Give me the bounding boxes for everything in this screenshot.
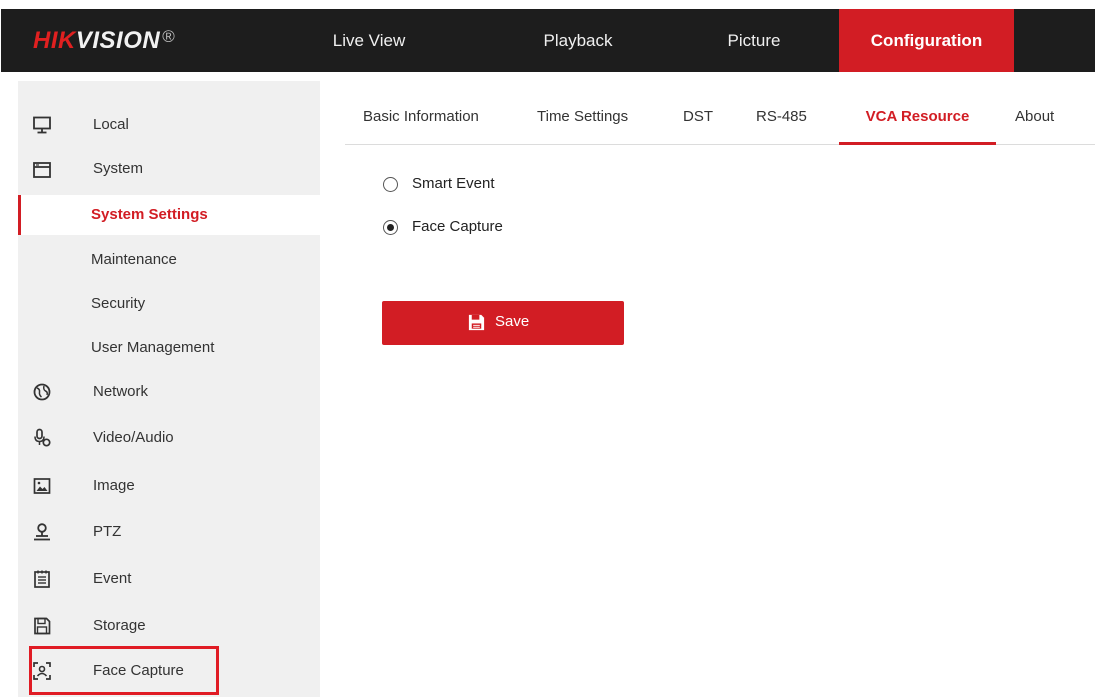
monitor-icon bbox=[33, 116, 51, 134]
hikvision-logo: HIKVISION ® bbox=[33, 27, 176, 54]
sidebar-item-system-settings[interactable]: System Settings bbox=[18, 195, 320, 235]
radio-face-capture[interactable]: Face Capture bbox=[383, 217, 583, 239]
sidebar-item-local[interactable]: Local bbox=[18, 105, 320, 145]
radio-label: Smart Event bbox=[412, 175, 495, 192]
floppy-disk-icon bbox=[34, 617, 51, 635]
tab-dst[interactable]: DST bbox=[683, 96, 723, 144]
sidebar-item-label: PTZ bbox=[93, 523, 122, 540]
sidebar-item-label: Local bbox=[93, 116, 129, 133]
sidebar-item-image[interactable]: Image bbox=[18, 466, 320, 506]
sidebar-item-video-audio[interactable]: Video/Audio bbox=[18, 418, 320, 458]
globe-icon bbox=[33, 383, 51, 401]
sidebar-item-user-management[interactable]: User Management bbox=[18, 328, 320, 368]
calendar-list-icon bbox=[34, 570, 50, 588]
sidebar-item-label: System Settings bbox=[91, 206, 208, 223]
highlight-annotation-box bbox=[29, 646, 219, 695]
sidebar-item-network[interactable]: Network bbox=[18, 372, 320, 412]
sidebar-item-label: Event bbox=[93, 570, 132, 587]
sidebar-item-security[interactable]: Security bbox=[18, 284, 320, 324]
save-icon bbox=[468, 314, 485, 331]
image-icon bbox=[33, 478, 51, 494]
sidebar-item-maintenance[interactable]: Maintenance bbox=[18, 240, 320, 280]
nav-playback[interactable]: Playback bbox=[508, 9, 648, 72]
sidebar-item-system[interactable]: System bbox=[18, 150, 320, 190]
sidebar-item-label: System bbox=[93, 160, 144, 177]
radio-button-selected[interactable] bbox=[383, 220, 398, 235]
nav-configuration[interactable]: Configuration bbox=[839, 9, 1014, 72]
sidebar-item-label: Image bbox=[93, 477, 135, 494]
tab-basic-information[interactable]: Basic Information bbox=[363, 96, 503, 144]
ptz-camera-icon bbox=[34, 523, 50, 541]
nav-picture[interactable]: Picture bbox=[689, 9, 819, 72]
system-window-icon bbox=[33, 162, 51, 178]
sidebar-item-label: Video/Audio bbox=[93, 429, 174, 446]
radio-smart-event[interactable]: Smart Event bbox=[383, 174, 583, 196]
microphone-icon bbox=[34, 428, 51, 447]
sidebar-item-label: Network bbox=[93, 383, 149, 400]
top-nav: HIKVISION ® Live View Playback Picture Co… bbox=[1, 9, 1095, 72]
tab-time-settings[interactable]: Time Settings bbox=[537, 96, 649, 144]
sidebar-item-label: Maintenance bbox=[91, 251, 177, 268]
settings-tabs: Basic Information Time Settings DST RS-4… bbox=[345, 96, 1095, 145]
radio-label: Face Capture bbox=[412, 218, 503, 235]
sidebar-item-label: Security bbox=[91, 295, 146, 312]
tab-vca-resource[interactable]: VCA Resource bbox=[839, 96, 996, 145]
top-bar: HIKVISION ® Live View Playback Picture Co… bbox=[0, 0, 1095, 81]
save-button-label: Save bbox=[495, 313, 530, 330]
sidebar-item-event[interactable]: Event bbox=[18, 559, 320, 599]
tab-about[interactable]: About bbox=[1015, 96, 1065, 144]
sidebar-item-ptz[interactable]: PTZ bbox=[18, 512, 320, 552]
save-button[interactable]: Save bbox=[382, 301, 624, 345]
sidebar-item-label: User Management bbox=[91, 339, 215, 356]
nav-live-view[interactable]: Live View bbox=[319, 9, 419, 72]
sidebar: Local System System Settings Maintenance… bbox=[18, 81, 320, 697]
radio-button[interactable] bbox=[383, 177, 398, 192]
sidebar-item-storage[interactable]: Storage bbox=[18, 606, 320, 646]
sidebar-item-label: Storage bbox=[93, 617, 146, 634]
tab-rs-485[interactable]: RS-485 bbox=[756, 96, 816, 144]
